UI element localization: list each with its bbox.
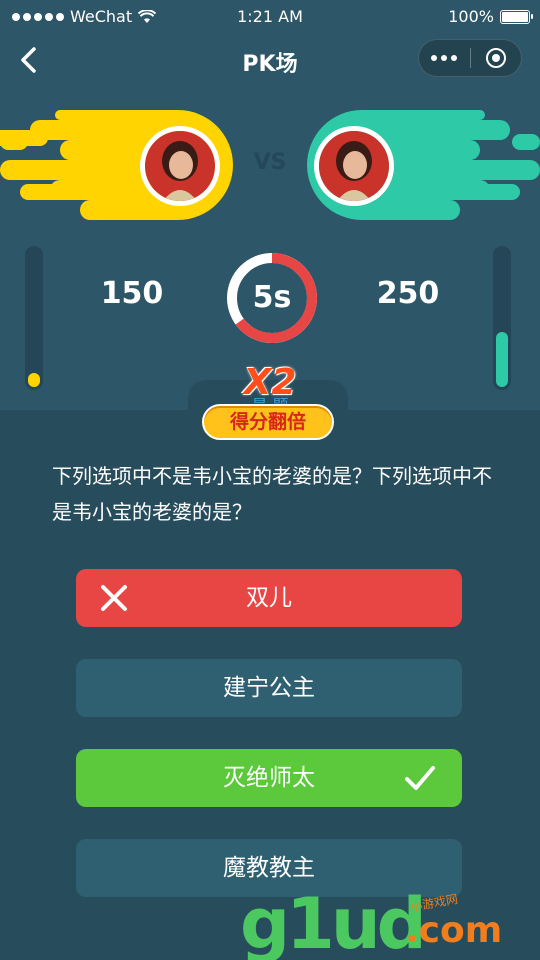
option-2[interactable]: 建宁公主 (76, 659, 462, 717)
question-text: 下列选项中不是韦小宝的老婆的是？下列选项中不是韦小宝的老婆的是？ (52, 464, 492, 524)
watermark: g1ud .com 小游戏网 (240, 888, 540, 960)
more-button[interactable] (419, 39, 470, 77)
close-button[interactable] (470, 39, 521, 77)
left-score-bar (25, 246, 43, 390)
right-player-avatar (314, 126, 394, 206)
bonus-multiplier: X2 (243, 362, 297, 403)
right-player-score: 250 (376, 276, 440, 311)
target-close-icon (485, 48, 506, 68)
check-icon (405, 766, 435, 790)
status-bar: WeChat 1:21 AM 100% (0, 0, 540, 34)
option-label: 魔教教主 (223, 855, 315, 881)
battery-icon (500, 9, 533, 24)
option-label: 灭绝师太 (223, 765, 315, 791)
more-dots-icon (431, 55, 438, 61)
bonus-badge: 得分翻倍 (202, 404, 334, 440)
watermark-suffix: .com (405, 910, 503, 951)
option-3[interactable]: 灭绝师太 (76, 749, 462, 807)
right-score-bar-fill (496, 332, 508, 387)
option-label: 双儿 (246, 585, 292, 611)
watermark-brand: g1ud (240, 883, 427, 960)
right-score-bar (493, 246, 511, 390)
battery-percent: 100% (448, 7, 494, 26)
left-player-avatar (140, 126, 220, 206)
timer-text: 5s (252, 280, 292, 315)
left-player-score: 150 (100, 276, 164, 311)
vs-label: VS (253, 150, 287, 175)
close-icon (101, 585, 127, 611)
mini-program-capsule (418, 39, 522, 77)
option-1[interactable]: 双儿 (76, 569, 462, 627)
left-score-bar-fill (28, 373, 40, 387)
option-label: 建宁公主 (223, 675, 315, 701)
nav-bar: PK场 (0, 34, 540, 86)
